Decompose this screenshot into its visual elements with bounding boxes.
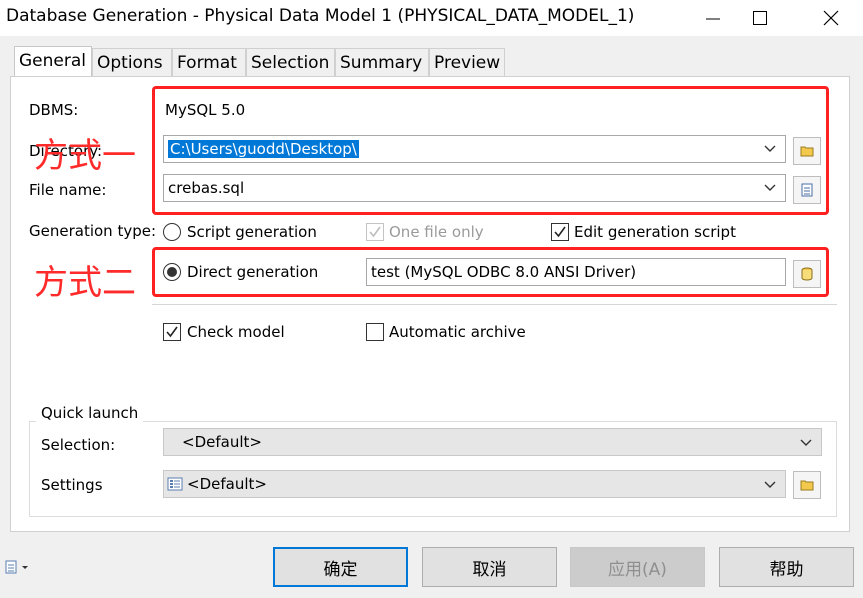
apply-button[interactable]: 应用(A) [570,547,705,587]
quick-launch-settings-dropdown[interactable]: <Default> [163,470,786,498]
tab-preview[interactable]: Preview [429,48,505,76]
tab-options[interactable]: Options [92,48,172,76]
close-icon [823,10,839,26]
minimize-icon [706,18,720,20]
script-generation-radio[interactable] [163,223,181,241]
quick-launch-title: Quick launch [36,404,144,422]
ok-button[interactable]: 确定 [273,547,408,587]
one-file-only-checkbox[interactable] [366,223,384,241]
maximize-button[interactable] [737,0,783,36]
separator [152,304,837,305]
help-button[interactable]: 帮助 [719,547,854,587]
edit-generation-script-label[interactable]: Edit generation script [574,223,736,241]
script-generation-label[interactable]: Script generation [187,223,317,241]
settings-list-icon [167,477,183,491]
edit-generation-script-checkbox[interactable] [551,223,569,241]
chevron-down-icon [764,481,776,488]
one-file-only-label: One file only [389,223,484,241]
close-button[interactable] [808,0,854,36]
maximize-icon [753,11,767,25]
minimize-button[interactable] [690,0,736,36]
tab-selection[interactable]: Selection [246,48,335,76]
annotation-method-1: 方式一 [34,136,136,176]
tab-summary[interactable]: Summary [335,48,429,76]
options-menu-button[interactable] [4,557,38,577]
checkmark-icon [166,326,178,338]
checkmark-icon [369,226,381,238]
browse-settings-button[interactable] [793,471,821,499]
quick-launch-settings-value: <Default> [187,475,267,493]
quick-launch-selection-label: Selection: [41,436,116,454]
title-bar: Database Generation - Physical Data Mode… [0,0,863,36]
menu-icon [5,560,17,574]
tab-general[interactable]: General [14,46,92,77]
caret-down-icon [22,566,28,569]
quick-launch-selection-dropdown[interactable]: <Default> [163,428,822,456]
dbms-label: DBMS: [29,101,79,119]
cancel-button[interactable]: 取消 [422,547,557,587]
filename-label: File name: [29,181,107,199]
automatic-archive-checkbox[interactable] [366,323,384,341]
highlight-box-method-2 [152,247,829,297]
quick-launch-settings-label: Settings [41,476,103,494]
check-model-checkbox[interactable] [163,323,181,341]
quick-launch-selection-value: <Default> [182,433,262,451]
highlight-box-method-1 [152,86,829,215]
window-title: Database Generation - Physical Data Mode… [6,6,635,26]
automatic-archive-label[interactable]: Automatic archive [389,323,526,341]
annotation-method-2: 方式二 [34,263,136,303]
checkmark-icon [554,226,566,238]
chevron-down-icon [800,439,812,446]
tab-format[interactable]: Format [172,48,246,76]
generation-type-label: Generation type: [29,222,157,240]
folder-icon [800,480,814,491]
check-model-label[interactable]: Check model [187,323,285,341]
